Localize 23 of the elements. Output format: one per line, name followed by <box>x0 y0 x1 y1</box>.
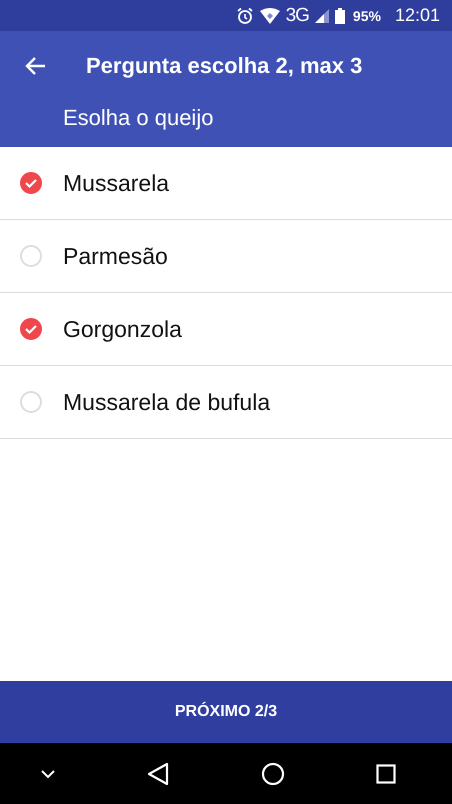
back-arrow-icon <box>24 56 46 76</box>
question-text: Esolha o queijo <box>63 105 214 131</box>
square-icon[interactable] <box>376 764 396 784</box>
battery-percent: 95% <box>352 8 381 24</box>
alarm-icon <box>236 6 254 24</box>
signal-icon <box>314 8 329 22</box>
option-item[interactable]: Mussarela de bufula <box>0 366 452 439</box>
screen-title: Pergunta escolha 2, max 3 <box>86 53 362 79</box>
option-item[interactable]: Gorgonzola <box>0 293 452 366</box>
back-triangle-icon[interactable] <box>147 762 170 786</box>
checkmark-icon <box>24 177 38 189</box>
option-item[interactable]: Mussarela <box>0 147 452 220</box>
network-label: 3G <box>286 4 309 26</box>
next-button[interactable]: PRÓXIMO 2/3 <box>0 681 452 743</box>
clock-time: 12:01 <box>394 5 440 26</box>
wifi-icon <box>260 8 280 24</box>
checkbox[interactable] <box>20 318 42 340</box>
battery-icon <box>334 8 345 24</box>
checkbox[interactable] <box>20 172 42 194</box>
home-circle-icon[interactable] <box>260 762 285 786</box>
checkmark-icon <box>24 323 38 335</box>
chevron-down-icon[interactable] <box>40 768 56 778</box>
option-item[interactable]: Parmesão <box>0 220 452 293</box>
